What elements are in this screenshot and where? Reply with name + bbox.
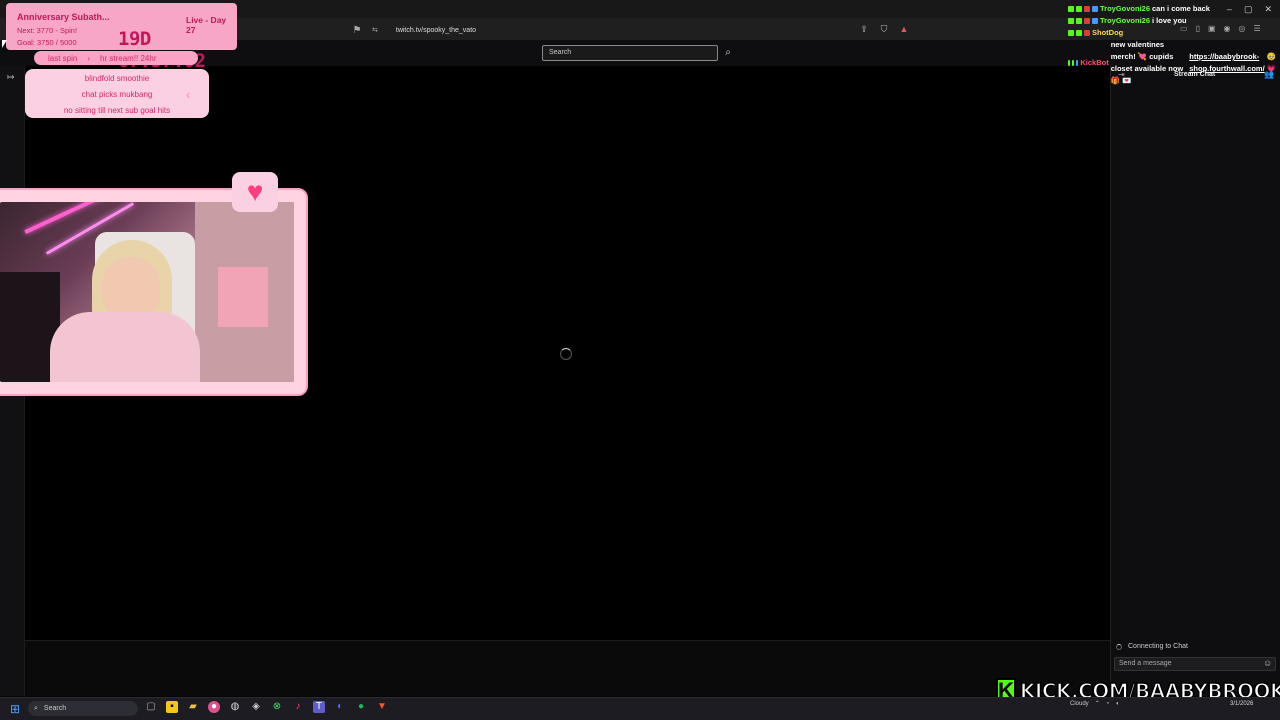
address-bar[interactable]: ⚑ ⇆ twitch.tv/spooky_the_vato (350, 22, 910, 38)
sub-badge-icon (1076, 6, 1082, 12)
last-spin-label: last spin (48, 53, 78, 63)
diamond-badge-icon (1092, 18, 1098, 24)
overlay-chat-message: KickBot new valentines merch! 💘 cupids c… (1068, 39, 1276, 87)
overlay-chat: TroyGovoni26 can i come back TroyGovoni2… (1068, 3, 1276, 87)
bookmark-icon[interactable]: ⚑ (350, 23, 364, 37)
screen: ⚑ ⇆ twitch.tv/spooky_the_vato ⇪ ⛉ ▲ ▭ ▯ … (0, 0, 1280, 720)
obs-icon[interactable]: ◍ (229, 701, 241, 713)
spin-item: chat picks mukbang (81, 90, 153, 99)
gift-badge-icon (1084, 6, 1090, 12)
sub-badge-icon (1076, 18, 1082, 24)
subathon-next: Next: 3770 - Spin! (17, 26, 78, 35)
emote-picker-icon[interactable]: ☺ (1263, 658, 1272, 668)
network-icon[interactable]: ◔ (1106, 701, 1110, 707)
sticky-notes-icon[interactable]: ▪ (166, 701, 178, 713)
site-info-icon[interactable]: ⇆ (372, 26, 378, 34)
tiktok-icon[interactable]: ♪ (292, 701, 304, 713)
gift-badge-icon (1084, 30, 1090, 36)
shield-icon[interactable]: ⛉ (878, 24, 890, 35)
chat-text: can i come back (1152, 4, 1210, 13)
heart-icon: ♥ (232, 172, 278, 212)
sub-badge-icon (1076, 30, 1082, 36)
merch-link[interactable]: https://baabybrook-shop.fourthwall.com/ (1189, 51, 1264, 75)
taskbar-clock[interactable]: 3/1/2026 (1230, 700, 1253, 708)
subathon-title: Anniversary Subath... (17, 12, 110, 22)
kick-badge-icon (1068, 60, 1071, 66)
chat-text: i love you (1152, 16, 1187, 25)
spin-wheel-list: blindfold smoothie chat picks mukbang no… (25, 69, 209, 118)
mod-badge-icon (1072, 60, 1075, 66)
search-input[interactable]: Search (542, 45, 718, 61)
search-icon[interactable]: ⌕ (720, 45, 736, 61)
spotify-icon[interactable]: ● (355, 701, 367, 713)
overlay-chat-message: TroyGovoni26 can i come back (1068, 3, 1276, 15)
kick-badge-icon (1068, 30, 1074, 36)
loading-spinner-icon (560, 348, 572, 360)
chat-text-suffix: 🥹 💗 (1266, 52, 1276, 73)
url-text[interactable]: twitch.tv/spooky_the_vato (396, 27, 476, 34)
xbox-icon[interactable]: ⊗ (271, 701, 283, 713)
subathon-timer: 19D 07:57:02 (118, 28, 206, 72)
channel-info-area (25, 640, 1110, 696)
tray-expand-icon[interactable]: ⌃ (1095, 700, 1100, 707)
chat-status: Connecting to Chat (1116, 643, 1188, 650)
spin-item: no sitting till next sub goal hits (63, 106, 171, 115)
share-icon[interactable]: ⇪ (858, 24, 870, 35)
last-spin-value: hr stream!! 24hr (100, 53, 157, 63)
search-icon: ⌕ (34, 704, 38, 712)
chat-status-text: Connecting to Chat (1128, 643, 1188, 650)
brave-browser-icon[interactable]: ▼ (376, 701, 388, 713)
app-pink-icon[interactable]: ● (208, 701, 220, 713)
webcam-feed (0, 202, 294, 382)
chat-panel (1110, 66, 1280, 696)
discord-icon[interactable]: ◐ (334, 701, 346, 713)
weather-text[interactable]: Cloudy (1070, 701, 1089, 707)
diamond-badge-icon (1092, 6, 1098, 12)
teams-icon[interactable]: T (313, 701, 325, 713)
overlay-chat-message: TroyGovoni26 i love you (1068, 15, 1276, 27)
taskbar-search[interactable]: ⌕ Search (28, 701, 138, 716)
chat-input[interactable]: Send a message (1114, 657, 1276, 671)
address-bar-actions: ⇪ ⛉ ▲ (858, 24, 910, 35)
kick-badge-icon (1068, 18, 1074, 24)
chat-spinner-icon (1116, 643, 1122, 650)
windows-start-icon[interactable]: ⊞ (10, 702, 20, 716)
steam-icon[interactable]: ◈ (250, 701, 262, 713)
kick-badge-icon (1068, 6, 1074, 12)
volume-icon[interactable]: ◖ (1115, 701, 1119, 707)
subathon-panel: Anniversary Subath... Next: 3770 - Spin!… (6, 3, 237, 72)
chat-username: TroyGovoni26 (1100, 16, 1151, 25)
chat-username: TroyGovoni26 (1100, 4, 1151, 13)
pointer-arrow-icon: ‹ (186, 87, 191, 102)
file-explorer-icon[interactable]: ▰ (187, 701, 199, 713)
task-view-icon[interactable]: ▢ (145, 701, 157, 713)
mouse-cursor-icon (2, 40, 7, 48)
chevron-right-icon: › (87, 53, 91, 63)
subathon-goal: Goal: 3750 / 5000 (17, 38, 77, 47)
overlay-chat-message: ShotDog (1068, 27, 1276, 39)
chat-username: KickBot (1080, 58, 1109, 67)
system-tray: Cloudy ⌃ ◔ ◖ (1070, 700, 1119, 708)
taskbar-apps: ▢ ▪ ▰ ● ◍ ◈ ⊗ ♪ T ◐ ● ▼ (145, 701, 388, 713)
chat-text: new valentines merch! 💘 cupids closet av… (1110, 40, 1184, 85)
clock-date: 3/1/2026 (1230, 701, 1254, 707)
expand-sidebar-icon[interactable]: ↦ (7, 72, 15, 83)
spin-item: blindfold smoothie (84, 74, 150, 83)
last-spin-bar: last spin › hr stream!! 24hr (34, 51, 198, 65)
chat-username: ShotDog (1092, 28, 1124, 37)
taskbar-search-text: Search (43, 705, 67, 712)
rewards-icon[interactable]: ▲ (898, 24, 910, 35)
bot-badge-icon (1076, 60, 1079, 66)
gift-badge-icon (1084, 18, 1090, 24)
